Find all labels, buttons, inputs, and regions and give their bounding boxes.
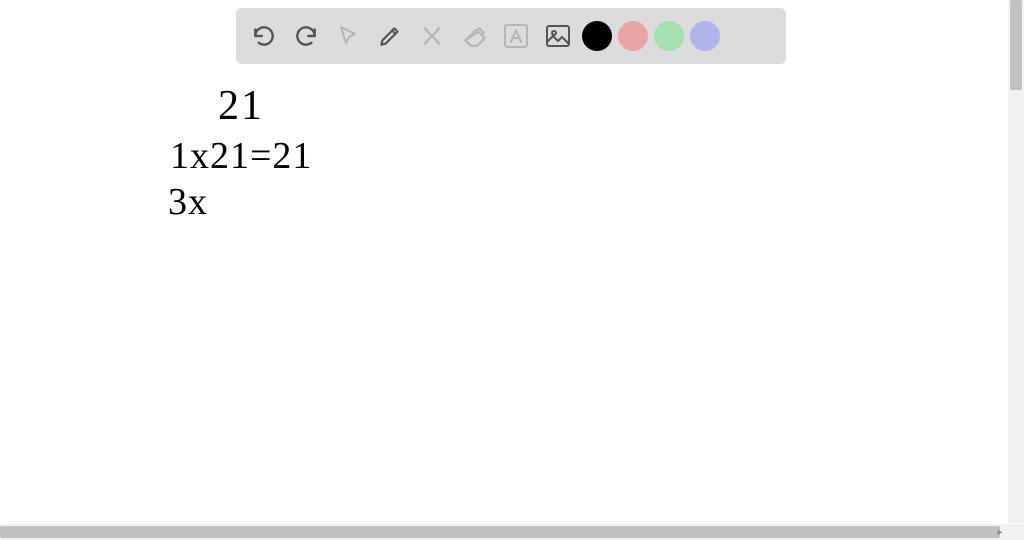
scrollbar-corner	[1008, 524, 1024, 540]
tools-button[interactable]	[414, 18, 450, 54]
text-button[interactable]	[498, 18, 534, 54]
image-button[interactable]	[540, 18, 576, 54]
horizontal-scrollbar[interactable]: ▸	[0, 524, 1008, 540]
pointer-button[interactable]	[330, 18, 366, 54]
redo-button[interactable]	[288, 18, 324, 54]
color-black[interactable]	[582, 21, 612, 51]
pen-icon	[377, 23, 403, 49]
text-a-icon	[503, 23, 529, 49]
vertical-scrollbar[interactable]	[1008, 0, 1024, 523]
image-icon	[545, 23, 571, 49]
pointer-icon	[336, 24, 360, 48]
horizontal-scrollbar-thumb[interactable]	[0, 526, 1000, 538]
scrollbar-right-arrow-icon[interactable]: ▸	[992, 524, 1008, 540]
drawing-canvas[interactable]: 21 1x21=21 3x	[0, 70, 1024, 520]
redo-icon	[293, 23, 319, 49]
eraser-button[interactable]	[456, 18, 492, 54]
drawing-toolbar	[236, 8, 786, 64]
color-green[interactable]	[654, 21, 684, 51]
eraser-icon	[461, 23, 487, 49]
color-purple[interactable]	[690, 21, 720, 51]
vertical-scrollbar-thumb[interactable]	[1010, 0, 1022, 90]
undo-button[interactable]	[246, 18, 282, 54]
crossed-tools-icon	[420, 24, 444, 48]
handwritten-text-line3: 3x	[168, 180, 208, 224]
handwritten-text-line2: 1x21=21	[170, 134, 312, 178]
pen-button[interactable]	[372, 18, 408, 54]
color-pink[interactable]	[618, 21, 648, 51]
handwritten-text-line1: 21	[218, 82, 264, 130]
undo-icon	[251, 23, 277, 49]
